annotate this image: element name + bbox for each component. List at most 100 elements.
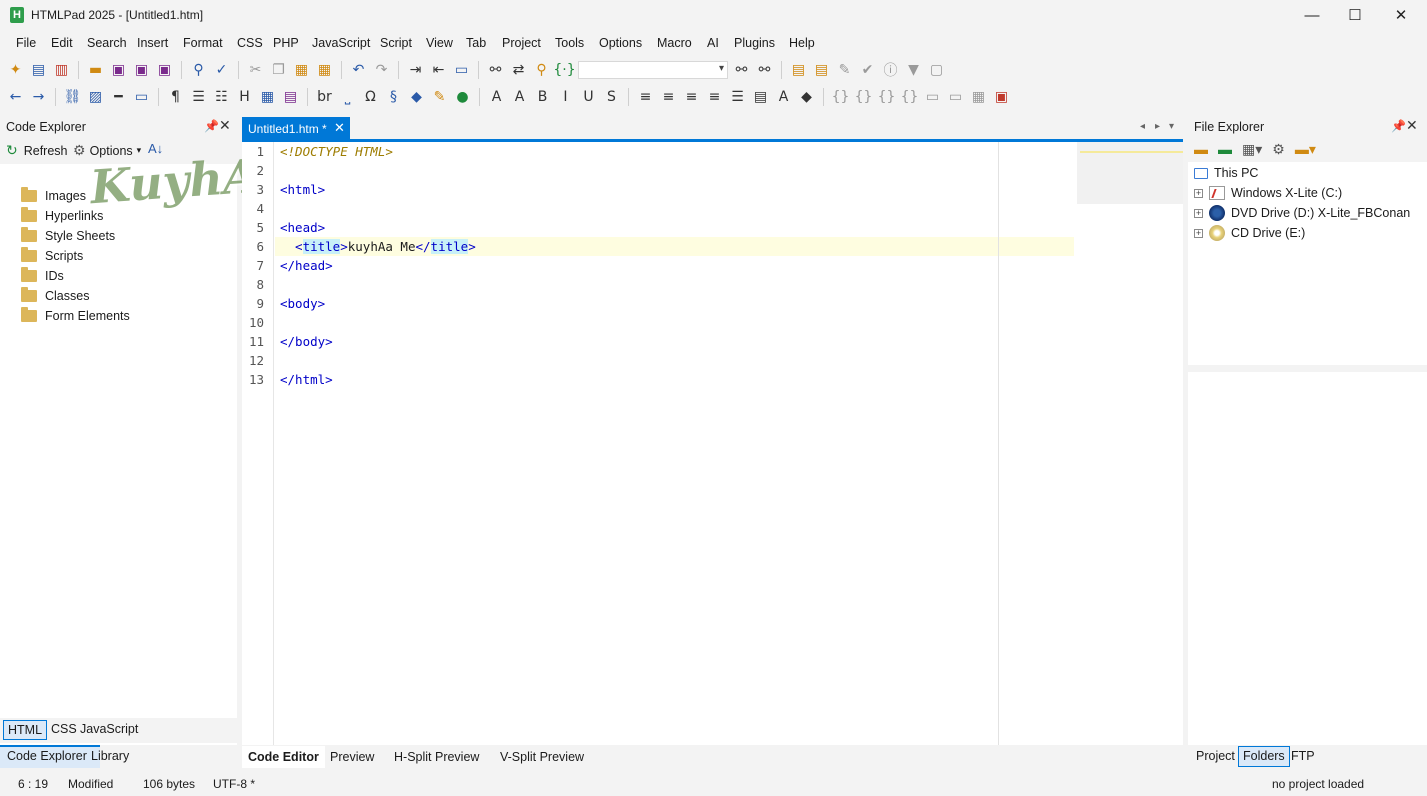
pen-icon[interactable]: ✎ <box>835 61 854 80</box>
tab-code-explorer[interactable]: Code Explorer <box>7 749 87 763</box>
menu-macro[interactable]: Macro <box>657 36 692 50</box>
new-file-icon[interactable]: ✦ <box>6 61 25 80</box>
code-line[interactable]: <html> <box>280 182 325 197</box>
brace-icon[interactable]: {} <box>831 88 850 107</box>
this-pc-item[interactable]: This PC <box>1194 164 1258 182</box>
form-icon[interactable]: ▤ <box>281 88 300 107</box>
menu-php[interactable]: PHP <box>273 36 299 50</box>
info-icon[interactable]: ⓘ <box>881 61 900 80</box>
redo-icon[interactable]: ↷ <box>372 61 391 80</box>
heading-icon[interactable]: H <box>235 88 254 107</box>
view-mode-icon[interactable]: ▦▾ <box>1242 141 1262 158</box>
forward-icon[interactable]: → <box>29 88 48 107</box>
tab-library[interactable]: Library <box>91 749 129 763</box>
brace4-icon[interactable]: {} <box>900 88 919 107</box>
tree-item-classes[interactable]: Classes <box>21 287 89 305</box>
filter-icon[interactable]: ▼ <box>904 61 923 80</box>
justify-icon[interactable]: ≡ <box>705 88 724 107</box>
menu-script[interactable]: Script <box>380 36 412 50</box>
save-icon[interactable]: ▣ <box>109 61 128 80</box>
cut-icon[interactable]: ✂ <box>246 61 265 80</box>
brace3-icon[interactable]: {} <box>877 88 896 107</box>
brace2-icon[interactable]: {} <box>854 88 873 107</box>
find-in-folder-icon[interactable]: ⚲ <box>532 61 551 80</box>
tab-scroll-right-icon[interactable]: ▸ <box>1155 121 1160 132</box>
numbered-list-icon[interactable]: ☷ <box>212 88 231 107</box>
expand-icon[interactable]: + <box>1194 188 1203 198</box>
bold-icon[interactable]: B <box>533 88 552 107</box>
tab-v-split-preview[interactable]: V-Split Preview <box>494 746 590 768</box>
align-right-icon[interactable]: ≡ <box>682 88 701 107</box>
find-next-icon[interactable]: ⚯ <box>755 61 774 80</box>
close-panel-icon[interactable]: ✕ <box>219 117 231 134</box>
outdent-icon[interactable]: ⇤ <box>429 61 448 80</box>
code-line[interactable]: <!DOCTYPE HTML> <box>280 144 393 159</box>
encoding[interactable]: UTF-8 * <box>213 777 255 791</box>
link-icon[interactable]: ⛓ <box>63 88 82 107</box>
settings-grid-icon[interactable]: ▦ <box>969 88 988 107</box>
tag-icon[interactable]: ◆ <box>407 88 426 107</box>
menu-tab[interactable]: Tab <box>466 36 486 50</box>
open-folder-icon[interactable]: ▬ <box>86 61 105 80</box>
sort-icon[interactable]: A↓ <box>148 141 163 156</box>
align-center-icon[interactable]: ≡ <box>659 88 678 107</box>
find-prev-icon[interactable]: ⚯ <box>732 61 751 80</box>
save-all-icon[interactable]: ▣ <box>132 61 151 80</box>
tab-css[interactable]: CSS <box>51 722 77 736</box>
new-pdf-icon[interactable]: ▥ <box>52 61 71 80</box>
drive-item-d[interactable]: + DVD Drive (D:) X-Lite_FBConan <box>1194 204 1410 222</box>
menu-ai[interactable]: AI <box>707 36 719 50</box>
splitter[interactable] <box>1188 365 1427 372</box>
strikethrough-icon[interactable]: S <box>602 88 621 107</box>
table-icon[interactable]: ▦ <box>258 88 277 107</box>
expand-icon[interactable]: + <box>1194 208 1203 218</box>
underline-icon[interactable]: U <box>579 88 598 107</box>
tree-item-style-sheets[interactable]: Style Sheets <box>21 227 115 245</box>
tab-javascript[interactable]: JavaScript <box>80 722 138 736</box>
gear-icon[interactable]: ⚙ <box>1272 141 1285 158</box>
menu-format[interactable]: Format <box>183 36 223 50</box>
menu-project[interactable]: Project <box>502 36 541 50</box>
tab-code-editor[interactable]: Code Editor <box>242 746 325 768</box>
paste-icon[interactable]: ▦ <box>292 61 311 80</box>
code-line[interactable]: <title>kuyhAa Me</title> <box>280 239 476 254</box>
spellcheck-icon[interactable]: ✓ <box>212 61 231 80</box>
special-char-icon[interactable]: Ω <box>361 88 380 107</box>
brush-icon[interactable]: ✎ <box>430 88 449 107</box>
favorite-folder-icon[interactable]: ▬▾ <box>1295 141 1316 158</box>
menu-help[interactable]: Help <box>789 36 815 50</box>
code-line[interactable]: </head> <box>280 258 333 273</box>
horizontal-rule-icon[interactable]: ━ <box>109 88 128 107</box>
menu-javascript[interactable]: JavaScript <box>312 36 370 50</box>
menu-plugins[interactable]: Plugins <box>734 36 775 50</box>
close-panel-icon[interactable]: ✕ <box>1406 117 1418 134</box>
code-line[interactable]: <head> <box>280 220 325 235</box>
image-icon[interactable]: ▨ <box>86 88 105 107</box>
bullet-list-icon[interactable]: ☰ <box>189 88 208 107</box>
menu-search[interactable]: Search <box>87 36 127 50</box>
tab-preview[interactable]: Preview <box>324 746 380 768</box>
paste-special-icon[interactable]: ▦ <box>315 61 334 80</box>
validator-icon[interactable]: ▣ <box>992 88 1011 107</box>
fill-color-icon[interactable]: ◆ <box>797 88 816 107</box>
code-line[interactable]: </body> <box>280 334 333 349</box>
new-folder-icon[interactable]: ▬ <box>1218 141 1232 158</box>
font-size-decrease-icon[interactable]: A <box>510 88 529 107</box>
find-icon[interactable]: ⚲ <box>189 61 208 80</box>
block-icon[interactable]: ▤ <box>751 88 770 107</box>
menu-view[interactable]: View <box>426 36 453 50</box>
font-size-increase-icon[interactable]: A <box>487 88 506 107</box>
tab-ftp[interactable]: FTP <box>1291 749 1315 763</box>
code-line[interactable]: <body> <box>280 296 325 311</box>
frame-icon[interactable]: ▭ <box>923 88 942 107</box>
back-icon[interactable]: ← <box>6 88 25 107</box>
replace-icon[interactable]: ⇄ <box>509 61 528 80</box>
drive-item-c[interactable]: + Windows X-Lite (C:) <box>1194 184 1342 202</box>
comment-bubble-icon[interactable]: ▭ <box>132 88 151 107</box>
tab-html[interactable]: HTML <box>3 720 48 740</box>
tab-scroll-left-icon[interactable]: ◂ <box>1140 121 1145 132</box>
minimize-button[interactable]: — <box>1289 0 1335 31</box>
menu-tools[interactable]: Tools <box>555 36 584 50</box>
tab-project[interactable]: Project <box>1196 749 1235 763</box>
frame2-icon[interactable]: ▭ <box>946 88 965 107</box>
